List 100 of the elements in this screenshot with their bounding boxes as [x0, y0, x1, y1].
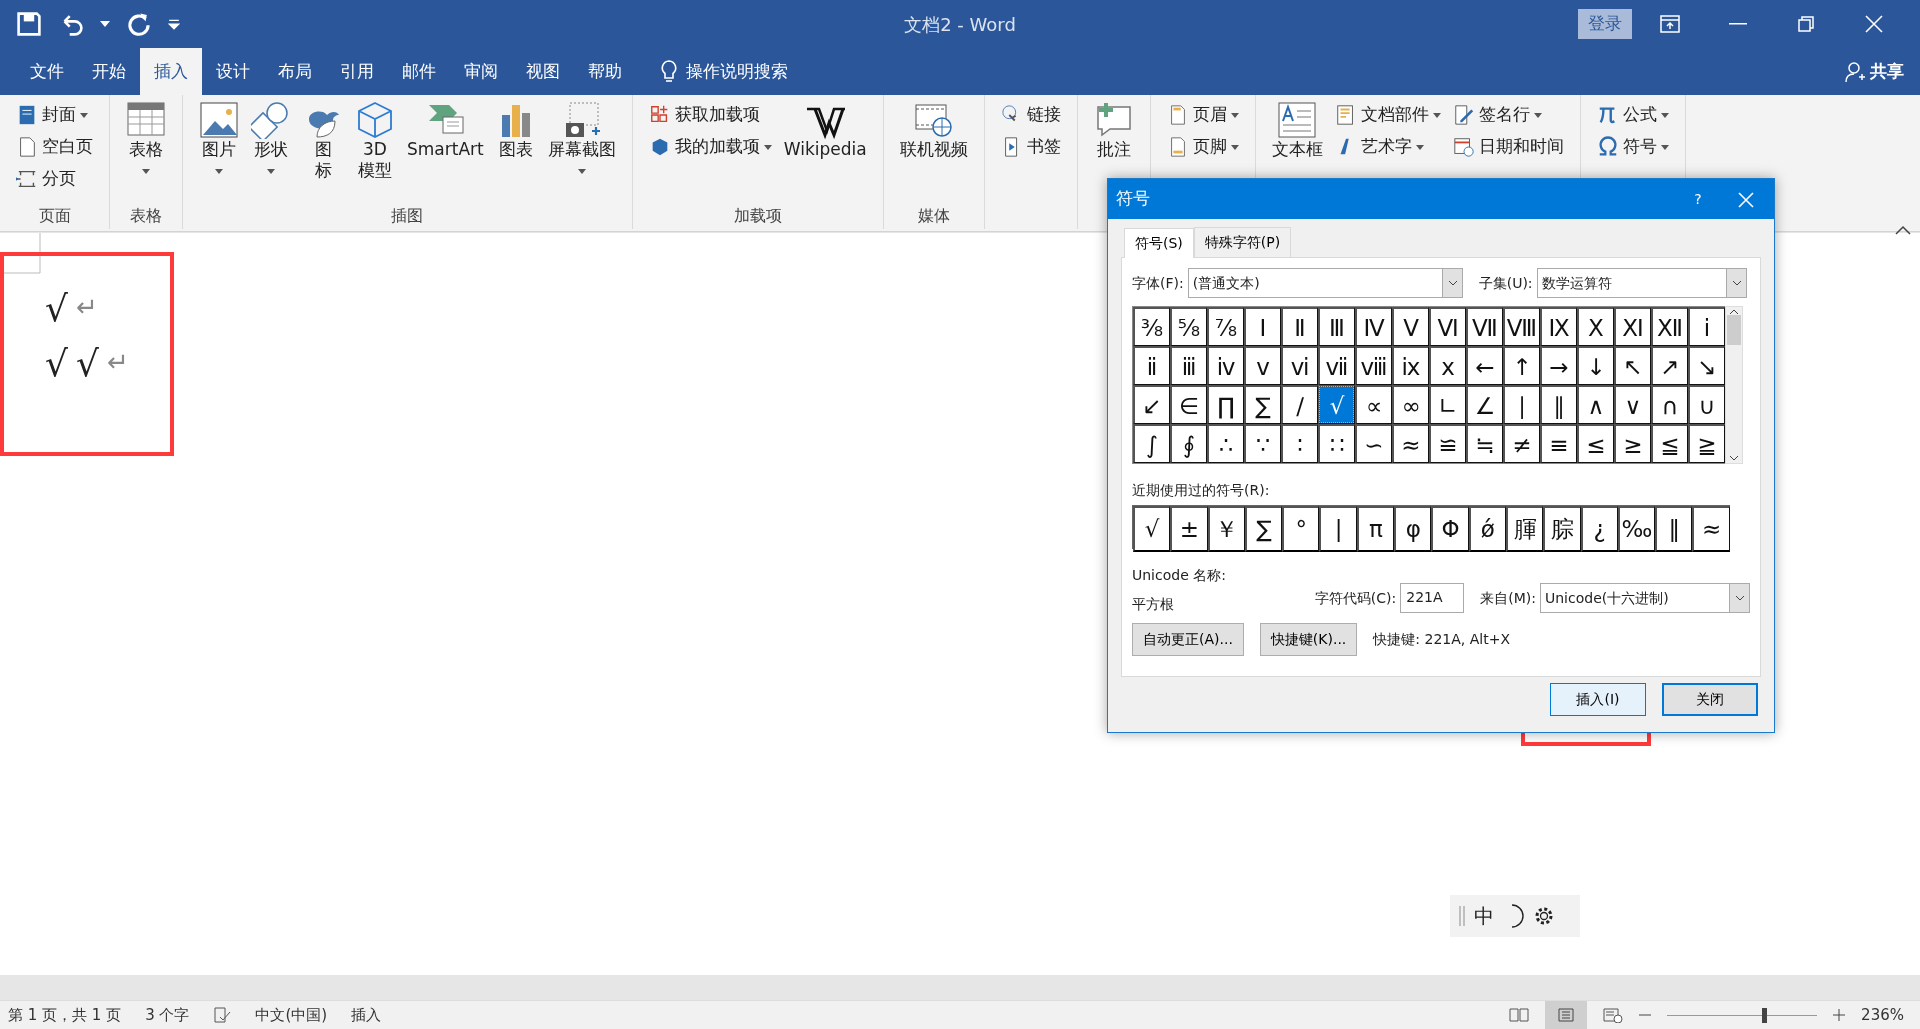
scroll-down-icon[interactable]	[1728, 453, 1740, 463]
ribbon-button[interactable]: 图标	[299, 99, 347, 184]
ribbon-button[interactable]: 空白页	[12, 131, 97, 163]
ribbon-button[interactable]: 我的加载项	[644, 131, 776, 163]
share-button[interactable]: 共享	[1870, 58, 1904, 85]
symbol-cell[interactable]: ↑	[1503, 346, 1540, 385]
dialog-tab[interactable]: 特殊字符(P)	[1193, 227, 1292, 257]
symbol-cell[interactable]: ≡	[1540, 424, 1577, 463]
symbol-cell[interactable]: ←	[1466, 346, 1503, 385]
symbol-cell[interactable]: ∧	[1577, 385, 1614, 424]
character-code-field[interactable]: 221A	[1400, 583, 1465, 613]
symbol-cell[interactable]: ⅸ	[1392, 346, 1429, 385]
symbol-cell[interactable]: Ⅹ	[1577, 307, 1614, 346]
autocorrect-button[interactable]: 自动更正(A)...	[1132, 623, 1244, 656]
web-layout-icon[interactable]	[1603, 1007, 1624, 1023]
symbol-cell[interactable]: ≥	[1614, 424, 1651, 463]
symbol-cell[interactable]: ∈	[1170, 385, 1207, 424]
symbol-cell[interactable]: ∣	[1503, 385, 1540, 424]
recent-symbol[interactable]: π	[1356, 506, 1395, 552]
ribbon-button[interactable]: 公式	[1592, 99, 1673, 131]
ribbon-button[interactable]: 文本框	[1267, 99, 1327, 163]
recent-symbol[interactable]: φ	[1394, 506, 1432, 552]
symbol-cell[interactable]: ∑	[1244, 385, 1281, 424]
symbol-cell[interactable]: Ⅶ	[1466, 307, 1503, 346]
symbol-cell[interactable]: ≒	[1466, 424, 1503, 463]
symbol-cell[interactable]: ∵	[1244, 424, 1281, 463]
zoom-level[interactable]: 236%	[1861, 1003, 1904, 1027]
ribbon-button[interactable]: Wikipedia	[779, 99, 871, 163]
read-mode-icon[interactable]	[1509, 1007, 1530, 1023]
zoom-in-icon[interactable]	[1833, 1009, 1846, 1022]
symbol-cell[interactable]: ≠	[1503, 424, 1540, 463]
ribbon-button[interactable]: 形状	[247, 99, 295, 184]
symbol-cell[interactable]: ∠	[1466, 385, 1503, 424]
slider-thumb[interactable]	[1761, 1007, 1767, 1023]
symbol-cell[interactable]: ∷	[1318, 424, 1355, 463]
recent-symbol[interactable]: ￥	[1207, 506, 1245, 552]
ribbon-button[interactable]: 艺术字	[1330, 131, 1445, 163]
print-layout-button[interactable]	[1545, 1000, 1588, 1029]
ribbon-button[interactable]: 分页	[12, 163, 97, 195]
symbol-cell[interactable]: ∟	[1429, 385, 1466, 424]
recent-symbol[interactable]: |	[1319, 506, 1357, 552]
recent-symbol[interactable]: √	[1133, 506, 1171, 552]
symbol-cell[interactable]: Ⅴ	[1392, 307, 1429, 346]
symbol-cell[interactable]: ∶	[1281, 424, 1318, 463]
recent-symbol[interactable]: ǿ	[1468, 506, 1506, 552]
recent-symbol[interactable]: ‖	[1655, 506, 1693, 552]
ribbon-tab[interactable]: 设计	[202, 48, 264, 95]
dialog-tab[interactable]: 符号(S)	[1124, 228, 1194, 258]
ribbon-button[interactable]: 表格	[122, 99, 170, 184]
symbol-cell[interactable]: ∽	[1355, 424, 1392, 463]
ribbon-button[interactable]: 批注	[1089, 99, 1138, 163]
symbol-cell[interactable]: ⅰ	[1688, 307, 1725, 346]
subset-dropdown[interactable]: 数学运算符	[1536, 268, 1747, 298]
symbol-cell[interactable]: ∴	[1207, 424, 1244, 463]
symbol-cell[interactable]: ∫	[1133, 424, 1170, 463]
symbol-cell[interactable]: Ⅷ	[1503, 307, 1540, 346]
symbol-cell[interactable]: ∕	[1281, 385, 1318, 424]
symbol-cell[interactable]: Ⅸ	[1540, 307, 1577, 346]
symbol-cell[interactable]: Ⅱ	[1281, 307, 1318, 346]
symbol-cell[interactable]: ∩	[1651, 385, 1688, 424]
ribbon-tab[interactable]: 审阅	[450, 48, 512, 95]
ribbon-button[interactable]: 签名行	[1448, 99, 1568, 131]
scroll-up-icon[interactable]	[1728, 307, 1740, 317]
proofing-icon[interactable]	[213, 1007, 232, 1024]
symbol-cell[interactable]: ↗	[1651, 346, 1688, 385]
symbol-cell[interactable]: ↙	[1133, 385, 1170, 424]
ribbon-button[interactable]: 日期和时间	[1448, 131, 1568, 163]
tell-me-search[interactable]: 操作说明搜索	[686, 58, 788, 85]
symbol-cell[interactable]: Ⅵ	[1429, 307, 1466, 346]
word-count[interactable]: 3 个字	[145, 1003, 190, 1027]
ribbon-button[interactable]: SmartArt	[403, 99, 488, 163]
insert-button[interactable]: 插入(I)	[1550, 683, 1646, 716]
ribbon-tab[interactable]: 视图	[512, 48, 574, 95]
shortcut-key-button[interactable]: 快捷键(K)...	[1259, 623, 1358, 656]
recent-symbol[interactable]: Φ	[1431, 506, 1469, 552]
language-status[interactable]: 中文(中国)	[255, 1003, 328, 1027]
recent-symbol[interactable]: °	[1282, 506, 1320, 552]
ribbon-button[interactable]: 链接	[996, 99, 1065, 131]
from-dropdown[interactable]: Unicode(十六进制)	[1540, 583, 1750, 613]
recent-symbol[interactable]: ±	[1170, 506, 1208, 552]
ribbon-tab[interactable]: 帮助	[574, 48, 636, 95]
recent-symbol[interactable]: 腙	[1543, 506, 1581, 552]
scroll-thumb[interactable]	[1727, 315, 1741, 345]
symbol-cell[interactable]: ⅶ	[1318, 346, 1355, 385]
ribbon-tab[interactable]: 插入	[140, 48, 202, 95]
ribbon-tab[interactable]: 开始	[78, 48, 140, 95]
symbol-cell[interactable]: Ⅺ	[1614, 307, 1651, 346]
symbol-cell[interactable]: ⅱ	[1133, 346, 1170, 385]
recent-symbol[interactable]: ≈	[1692, 506, 1730, 552]
symbol-cell[interactable]: ∞	[1392, 385, 1429, 424]
ribbon-button[interactable]: 获取加载项	[644, 99, 776, 131]
ribbon-button[interactable]: 图片	[195, 99, 243, 184]
customize-icon[interactable]	[168, 18, 180, 30]
symbol-cell[interactable]: ∮	[1170, 424, 1207, 463]
recent-symbol[interactable]: ∑	[1244, 506, 1283, 552]
symbol-cell[interactable]: Ⅳ	[1355, 307, 1392, 346]
symbol-cell[interactable]: ⅹ	[1429, 346, 1466, 385]
symbol-cell[interactable]: ⅞	[1207, 307, 1244, 346]
recent-symbol[interactable]: 腪	[1505, 506, 1544, 552]
recent-symbol[interactable]: ¿	[1580, 506, 1618, 552]
